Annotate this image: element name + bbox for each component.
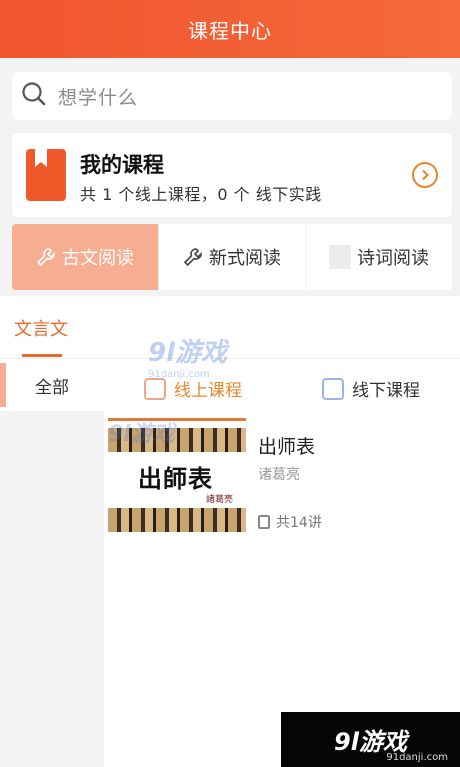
active-tab-underline xyxy=(22,354,62,357)
watermark: 9l游戏 xyxy=(108,416,175,448)
wrench-icon xyxy=(36,247,56,267)
thumbnail-title: 出師表 xyxy=(138,465,213,493)
location-icon xyxy=(322,377,344,400)
tab-label: 线下课程 xyxy=(352,381,420,401)
placeholder-icon xyxy=(329,245,351,269)
cloud-icon xyxy=(144,377,166,400)
course-author: 诸葛亮 xyxy=(258,467,300,483)
course-title: 出师表 xyxy=(258,436,316,458)
watermark-domain: 91danji.com xyxy=(386,752,448,763)
search-placeholder: 想学什么 xyxy=(58,86,139,109)
watermark: 9l游戏 91danji.com xyxy=(148,332,227,380)
search-input[interactable]: 想学什么 xyxy=(12,72,452,120)
tab-label: 新式阅读 xyxy=(209,248,281,269)
category-tabs: 古文阅读 新式阅读 诗词阅读 xyxy=(12,224,452,290)
decorative-border xyxy=(108,508,246,532)
list-icon xyxy=(258,515,270,529)
search-icon xyxy=(20,80,48,112)
my-course-title: 我的课程 xyxy=(80,153,164,177)
tab-wenyanwen[interactable]: 文言文 xyxy=(14,315,68,341)
tab-new-reading[interactable]: 新式阅读 xyxy=(159,224,306,290)
thumbnail-author: 諸葛亮 xyxy=(206,495,234,505)
sidebar: 全部 xyxy=(0,359,104,767)
tab-poetry-reading[interactable]: 诗词阅读 xyxy=(306,224,452,290)
lesson-count: 共14讲 xyxy=(258,512,322,532)
wrench-icon xyxy=(183,247,203,267)
watermark-domain: 91danji.com xyxy=(148,369,210,380)
watermark-corner: 9l游戏 91danji.com xyxy=(281,712,460,767)
my-course-summary: 共 1 个线上课程，0 个 线下实践 xyxy=(80,185,322,204)
tab-label: 诗词阅读 xyxy=(357,248,429,269)
watermark-brand: 9l游戏 xyxy=(148,338,228,368)
top-bar: 课程中心 xyxy=(0,0,460,58)
tab-label: 古文阅读 xyxy=(62,248,134,269)
sidebar-item-label: 全部 xyxy=(35,377,69,398)
my-course-card[interactable]: 我的课程 共 1 个线上课程，0 个 线下实践 xyxy=(12,133,452,217)
tab-guwen-reading[interactable]: 古文阅读 xyxy=(12,224,159,290)
watermark-brand: 9l游戏 xyxy=(108,422,175,447)
bookmark-icon xyxy=(26,149,66,201)
sidebar-item-all[interactable]: 全部 xyxy=(0,359,104,411)
tab-offline-courses[interactable]: 线下课程 xyxy=(322,376,420,401)
active-indicator xyxy=(0,363,6,407)
page-title: 课程中心 xyxy=(188,18,272,43)
chevron-right-icon[interactable] xyxy=(412,162,438,188)
lesson-count-label: 共14讲 xyxy=(276,515,322,531)
